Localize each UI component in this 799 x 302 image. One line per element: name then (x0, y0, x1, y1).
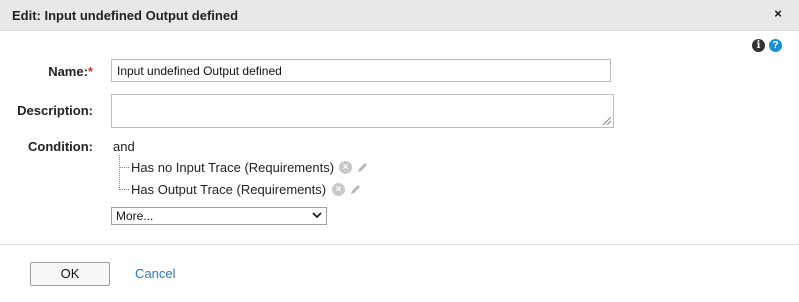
chevron-down-icon (312, 212, 322, 219)
condition-item: Has no Input Trace (Requirements) (131, 160, 335, 175)
dialog-titlebar: Edit: Input undefined Output defined × (0, 0, 799, 31)
name-input[interactable] (111, 59, 611, 82)
condition-tree-line (119, 155, 120, 190)
condition-tree-branch (119, 189, 129, 190)
required-marker: * (87, 64, 93, 79)
resize-handle-icon[interactable] (603, 117, 611, 125)
condition-label: Condition: (28, 139, 93, 154)
pencil-icon[interactable] (349, 183, 362, 196)
condition-item: Has Output Trace (Requirements) (131, 182, 327, 197)
name-label-text: Name: (48, 64, 88, 79)
condition-tree-branch (119, 167, 129, 168)
edit-dialog: Edit: Input undefined Output defined × i… (0, 0, 799, 302)
dialog-title: Edit: Input undefined Output defined (12, 8, 239, 23)
help-icon[interactable]: ? (769, 39, 782, 52)
description-label: Description: (17, 103, 93, 118)
close-icon[interactable]: × (771, 7, 785, 21)
more-conditions-select[interactable]: More... (111, 207, 327, 225)
name-label: Name:* (3, 64, 93, 79)
ok-button[interactable]: OK (30, 262, 110, 286)
pencil-icon[interactable] (356, 161, 369, 174)
condition-operator: and (113, 139, 135, 154)
remove-condition-icon[interactable]: × (339, 161, 352, 174)
info-icon[interactable]: i (752, 39, 765, 52)
cancel-link[interactable]: Cancel (135, 266, 175, 281)
description-textarea[interactable] (111, 94, 614, 128)
remove-condition-icon[interactable]: × (332, 183, 345, 196)
more-select-value: More... (116, 209, 154, 223)
footer-divider (0, 244, 799, 245)
